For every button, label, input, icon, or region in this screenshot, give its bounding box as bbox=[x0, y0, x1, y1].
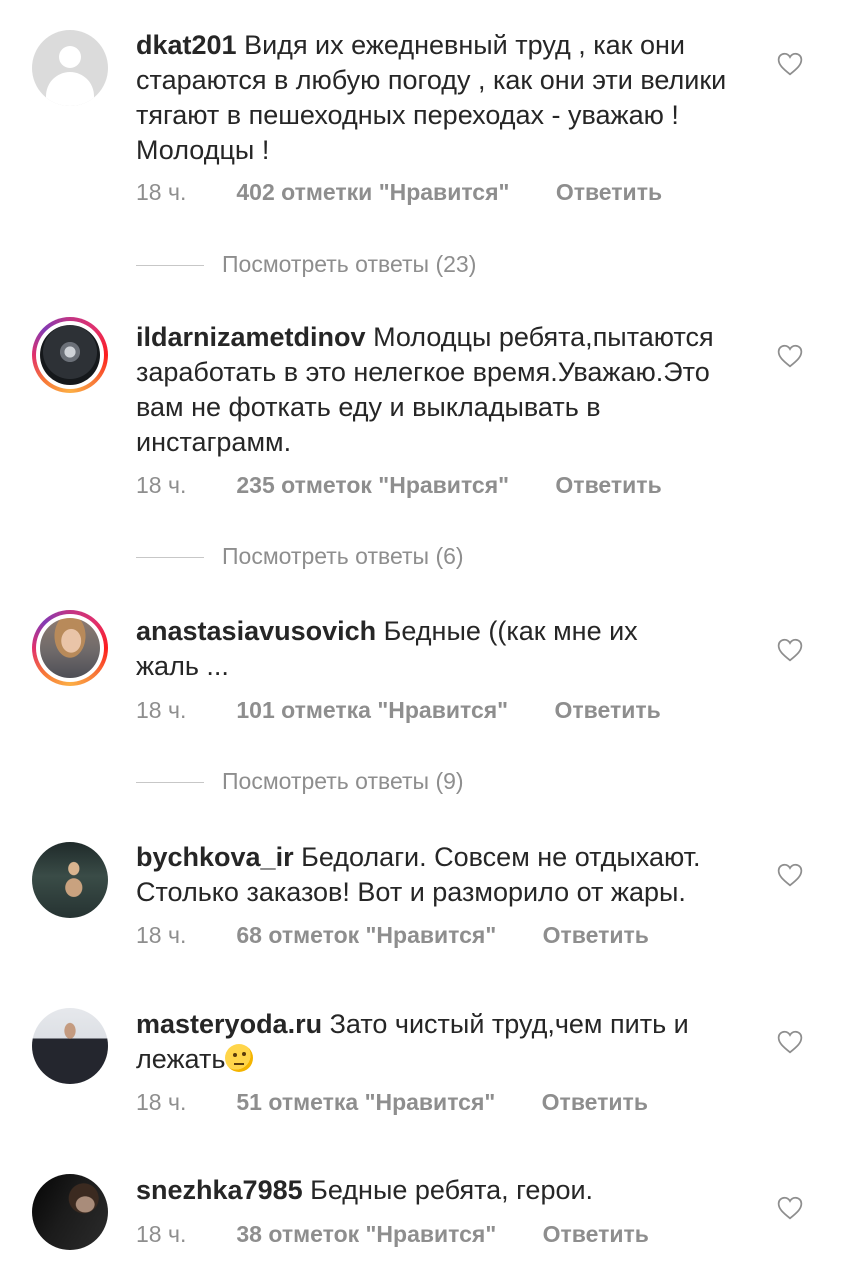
view-replies-button[interactable]: Посмотреть ответы (23) bbox=[136, 249, 476, 279]
comment-likes[interactable]: 51 отметка "Нравится" bbox=[236, 1087, 495, 1117]
user-avatar[interactable] bbox=[32, 1174, 108, 1250]
heart-icon[interactable] bbox=[777, 1030, 803, 1054]
comment-likes[interactable]: 101 отметка "Нравится" bbox=[236, 695, 508, 725]
comment-meta: 18 ч. 68 отметок "Нравится" Ответить bbox=[136, 920, 649, 950]
comment-time: 18 ч. bbox=[136, 1221, 187, 1247]
comment-time: 18 ч. bbox=[136, 697, 187, 723]
comment-meta: 18 ч. 38 отметок "Нравится" Ответить bbox=[136, 1219, 649, 1249]
reply-button[interactable]: Ответить bbox=[554, 695, 660, 725]
comment-time: 18 ч. bbox=[136, 922, 187, 948]
user-avatar[interactable] bbox=[32, 842, 108, 918]
comment-username[interactable]: snezhka7985 bbox=[136, 1175, 303, 1205]
reply-button[interactable]: Ответить bbox=[543, 920, 649, 950]
comment-username[interactable]: dkat201 bbox=[136, 30, 237, 60]
user-avatar[interactable] bbox=[32, 1008, 108, 1084]
view-replies-label: Посмотреть ответы (9) bbox=[222, 768, 464, 794]
comment-time: 18 ч. bbox=[136, 1089, 187, 1115]
view-replies-button[interactable]: Посмотреть ответы (6) bbox=[136, 541, 464, 571]
comment-body: Бедные ребята, герои. bbox=[310, 1175, 594, 1205]
divider-line bbox=[136, 557, 204, 559]
comment-meta: 18 ч. 101 отметка "Нравится" Ответить bbox=[136, 695, 661, 725]
comment-text-block: dkat201 Видя их ежедневный труд , как он… bbox=[136, 28, 756, 168]
default-avatar-icon[interactable] bbox=[32, 30, 108, 106]
car-interior-photo bbox=[40, 325, 100, 385]
heart-icon[interactable] bbox=[777, 863, 803, 887]
reply-button[interactable]: Ответить bbox=[555, 470, 661, 500]
reply-button[interactable]: Ответить bbox=[543, 1219, 649, 1249]
comment-meta: 18 ч. 402 отметки "Нравится" Ответить bbox=[136, 177, 662, 207]
poolside-photo bbox=[32, 842, 108, 918]
comment-text-block: ildarnizametdinov Молодцы ребята,пытаютс… bbox=[136, 320, 756, 460]
comment-text-block: snezhka7985 Бедные ребята, герои. bbox=[136, 1173, 756, 1208]
divider-line bbox=[136, 265, 204, 267]
comment-username[interactable]: ildarnizametdinov bbox=[136, 322, 366, 352]
view-replies-label: Посмотреть ответы (6) bbox=[222, 543, 464, 569]
comment-meta: 18 ч. 51 отметка "Нравится" Ответить bbox=[136, 1087, 648, 1117]
comment-username[interactable]: masteryoda.ru bbox=[136, 1009, 322, 1039]
avatar-body-shape bbox=[46, 72, 94, 106]
comment-username[interactable]: anastasiavusovich bbox=[136, 616, 376, 646]
comment-likes[interactable]: 38 отметок "Нравится" bbox=[236, 1219, 496, 1249]
comment-text-block: bychkova_ir Бедолаги. Совсем не отдыхают… bbox=[136, 840, 766, 910]
story-ring-avatar[interactable] bbox=[32, 610, 108, 686]
heart-icon[interactable] bbox=[777, 52, 803, 76]
woman-portrait-photo bbox=[40, 618, 100, 678]
reply-button[interactable]: Ответить bbox=[542, 1087, 648, 1117]
gym-photo bbox=[32, 1008, 108, 1084]
heart-icon[interactable] bbox=[777, 344, 803, 368]
reply-button[interactable]: Ответить bbox=[556, 177, 662, 207]
comment-time: 18 ч. bbox=[136, 179, 187, 205]
view-replies-label: Посмотреть ответы (23) bbox=[222, 251, 477, 277]
view-replies-button[interactable]: Посмотреть ответы (9) bbox=[136, 766, 464, 796]
heart-icon[interactable] bbox=[777, 1196, 803, 1220]
comment-likes[interactable]: 235 отметок "Нравится" bbox=[236, 470, 509, 500]
comment-meta: 18 ч. 235 отметок "Нравится" Ответить bbox=[136, 470, 662, 500]
comment-likes[interactable]: 68 отметок "Нравится" bbox=[236, 920, 496, 950]
comment-likes[interactable]: 402 отметки "Нравится" bbox=[236, 177, 509, 207]
story-ring-avatar[interactable] bbox=[32, 317, 108, 393]
comment-time: 18 ч. bbox=[136, 472, 187, 498]
comment-text-block: masteryoda.ru Зато чистый труд,чем пить … bbox=[136, 1007, 736, 1077]
heart-icon[interactable] bbox=[777, 638, 803, 662]
thinking-face-emoji bbox=[225, 1044, 254, 1072]
dark-portrait-photo bbox=[32, 1174, 108, 1250]
comment-text-block: anastasiavusovich Бедные ((как мне их жа… bbox=[136, 614, 696, 684]
comment-username[interactable]: bychkova_ir bbox=[136, 842, 294, 872]
divider-line bbox=[136, 782, 204, 784]
avatar-head-shape bbox=[59, 46, 81, 68]
